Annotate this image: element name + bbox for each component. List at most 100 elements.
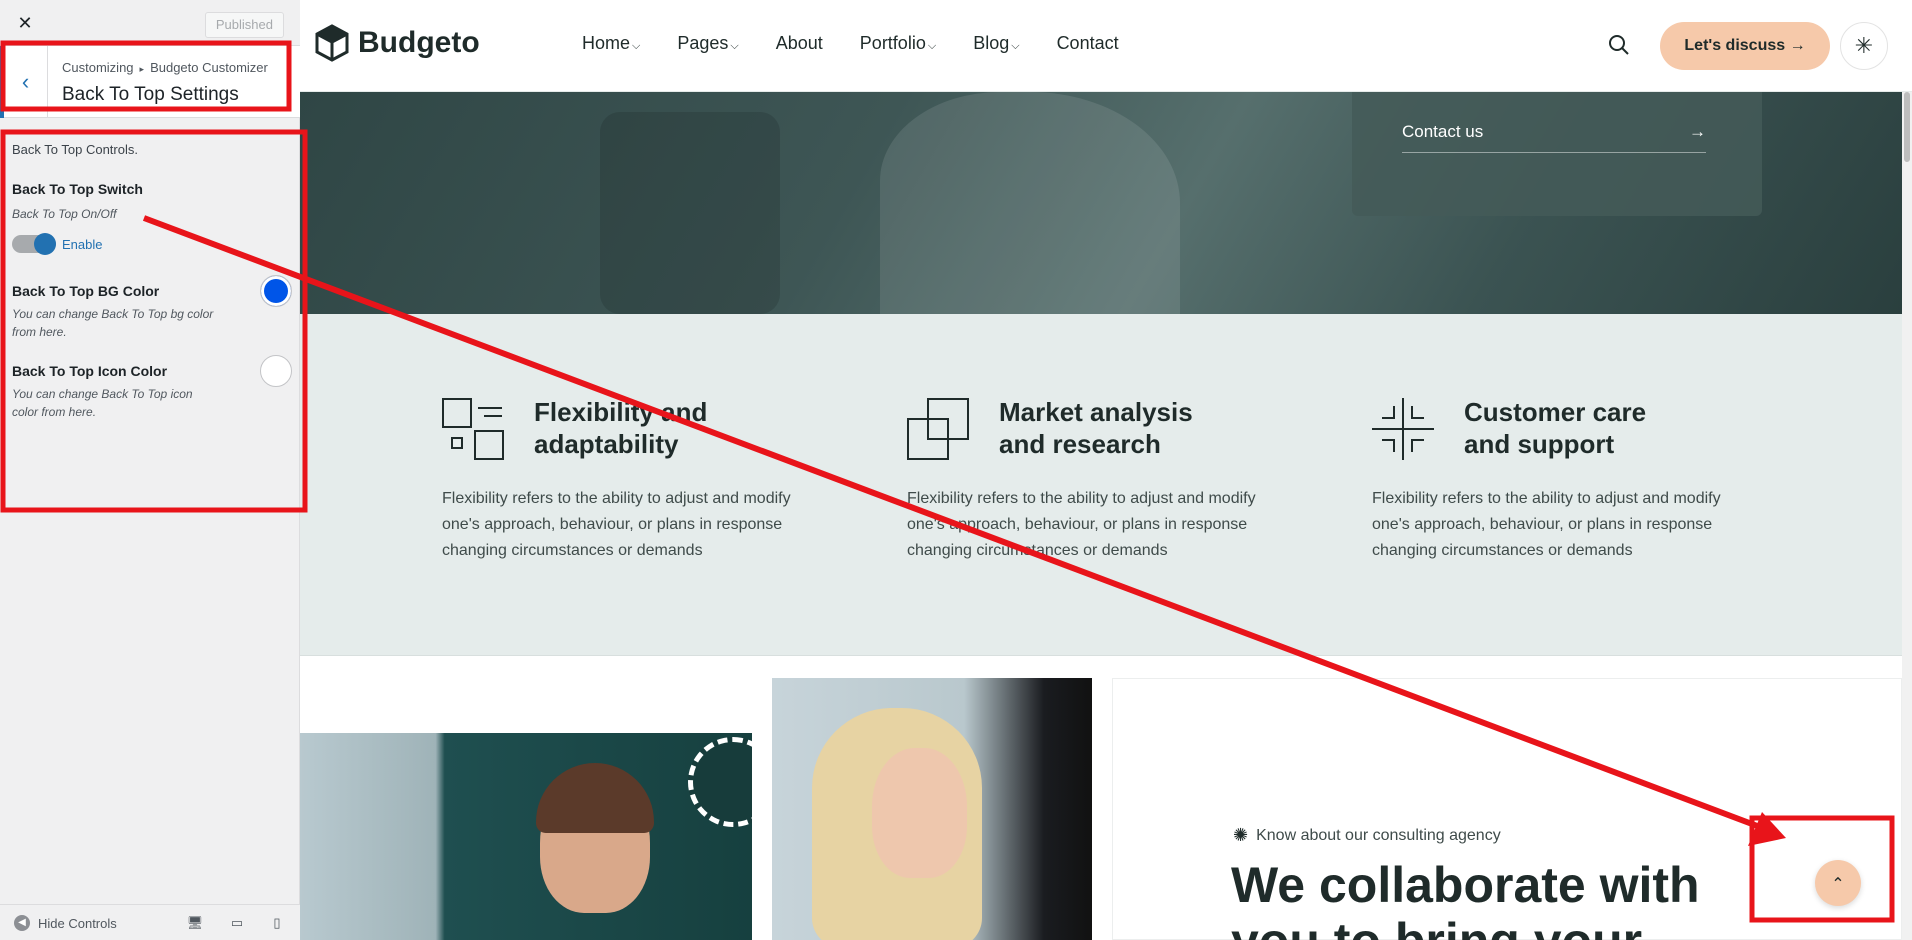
section-title: Back To Top Settings — [62, 84, 239, 105]
customizer-sidebar: ✕ Published ‹ Customizing ▸ Budgeto Custom… — [0, 0, 300, 940]
hero-image: Contact us → — [300, 92, 1902, 314]
feature-title: Customer care and support — [1464, 396, 1784, 460]
breadcrumb-current: Budgeto Customizer — [150, 60, 268, 75]
site-logo[interactable]: Budgeto — [314, 24, 480, 62]
collapse-icon: ◀ — [14, 915, 30, 931]
contact-us-link[interactable]: Contact us → — [1402, 122, 1706, 153]
back-button[interactable]: ‹ — [0, 46, 48, 118]
search-icon[interactable] — [1608, 34, 1630, 56]
hide-controls-label: Hide Controls — [38, 915, 117, 931]
feature-title-line: and research — [999, 429, 1161, 459]
section-description: Back To Top Controls. — [12, 142, 138, 157]
section-heading: We collaborate with you to bring your — [1231, 857, 1700, 940]
menu-label: Contact — [1056, 33, 1119, 53]
arrow-right-icon: → — [1689, 122, 1706, 141]
photo-hair — [536, 763, 654, 833]
switch-label: Back To Top Switch — [12, 181, 143, 197]
switch-control: Back To Top Switch Back To Top On/Off En… — [12, 181, 292, 255]
overlap-squares-icon — [907, 398, 969, 460]
contact-card: Contact us → — [1352, 92, 1762, 216]
desktop-preview-icon[interactable]: 🖥 — [186, 915, 204, 931]
menu-item-contact[interactable]: Contact — [1057, 33, 1119, 54]
icon-color-swatch[interactable] — [260, 355, 292, 387]
feature-title-line: Market analysis — [999, 397, 1193, 427]
toggle-state-label: Enable — [62, 236, 103, 252]
icon-color-control: Back To Top Icon Color You can change Ba… — [12, 355, 292, 421]
toggle-knob — [34, 233, 56, 255]
agency-intro-panel: ✺ Know about our consulting agency We co… — [1112, 678, 1902, 940]
switch-description: Back To Top On/Off — [12, 207, 117, 221]
chevron-down-icon: ⌵ — [927, 40, 937, 52]
hide-controls-button[interactable]: ◀ Hide Controls — [14, 915, 117, 931]
preview-scrollbar[interactable] — [1902, 92, 1912, 940]
feature-title: Market analysis and research — [999, 396, 1319, 460]
hero-figure-highlight — [880, 92, 1180, 314]
contact-us-label: Contact us — [1402, 122, 1484, 141]
menu-label: Pages — [677, 33, 729, 53]
bg-color-description-1: You can change Back To Top bg color — [12, 307, 214, 321]
bg-color-description-2: from here. — [12, 325, 67, 339]
feature-description: Flexibility refers to the ability to adj… — [1372, 490, 1721, 559]
close-icon[interactable]: ✕ — [14, 12, 36, 34]
photo-face — [872, 748, 967, 878]
chevron-left-icon: ‹ — [21, 69, 30, 94]
menu-label: Home — [582, 33, 631, 53]
section-eyebrow: ✺ Know about our consulting agency — [1233, 825, 1501, 846]
section-controls: Back To Top Controls. Back To Top Switch… — [12, 142, 292, 421]
menu-label: About — [775, 33, 823, 53]
cube-logo-icon — [315, 24, 349, 62]
breadcrumb: Customizing ▸ Budgeto Customizer — [62, 60, 268, 75]
feature-description: Flexibility refers to the ability to adj… — [442, 490, 791, 559]
theme-toggle-button[interactable]: ✳ — [1840, 22, 1888, 70]
eyebrow-text: Know about our consulting agency — [1256, 826, 1501, 844]
chevron-down-icon: ⌵ — [632, 40, 641, 52]
scrollbar-thumb[interactable] — [1904, 92, 1910, 162]
menu-label: Portfolio — [859, 33, 926, 53]
main-menu: Home ⌵ Pages ⌵ About Portfolio ⌵ Blog ⌵ Cont… — [582, 33, 1119, 54]
sidebar-top-bar: ✕ Published — [0, 0, 300, 46]
feature-title-line: adaptability — [534, 429, 679, 459]
customizer-screen: ✕ Published ‹ Customizing ▸ Budgeto Custom… — [0, 0, 1912, 940]
menu-item-about[interactable]: About — [776, 33, 823, 54]
site-header: Budgeto Home ⌵ Pages ⌵ About Portfolio ⌵ Bl… — [300, 0, 1912, 92]
menu-item-home[interactable]: Home ⌵ — [582, 33, 640, 54]
bg-color-swatch[interactable] — [260, 275, 292, 307]
feature-title-line: and support — [1464, 429, 1615, 459]
guarantee-seal-icon — [688, 737, 752, 827]
published-button: Published — [204, 12, 284, 38]
feature-title-line: Customer care — [1464, 397, 1647, 427]
bg-color-control: Back To Top BG Color You can change Back… — [12, 275, 292, 341]
sparkle-icon: ✳ — [1854, 33, 1874, 59]
team-photo-woman-glasses — [300, 733, 752, 940]
features-section: Flexibility and adaptability Flexibility … — [300, 314, 1902, 656]
site-preview: Budgeto Home ⌵ Pages ⌵ About Portfolio ⌵ Bl… — [300, 0, 1912, 940]
chevron-down-icon: ⌵ — [730, 40, 739, 52]
tablet-preview-icon[interactable]: ▭ — [228, 915, 246, 931]
menu-label: Blog — [973, 33, 1010, 53]
menu-item-blog[interactable]: Blog ⌵ — [973, 33, 1019, 54]
lets-discuss-button[interactable]: Let's discuss → — [1660, 22, 1830, 70]
team-photo-woman-curly-hair — [772, 678, 1092, 940]
icon-color-label: Back To Top Icon Color — [12, 363, 168, 379]
corners-focus-icon — [1372, 398, 1434, 460]
feature-description: Flexibility refers to the ability to adj… — [907, 490, 1256, 559]
feature-title-line: Flexibility and — [534, 397, 708, 427]
about-section: ✺ Know about our consulting agency We co… — [300, 656, 1902, 940]
sidebar-footer: ◀ Hide Controls 🖥 ▭ ▯ — [0, 904, 300, 940]
chevron-up-icon: ⌃ — [1831, 873, 1845, 893]
hero-figure — [600, 112, 780, 314]
back-to-top-toggle[interactable] — [12, 233, 56, 255]
icon-color-description-1: You can change Back To Top icon — [12, 387, 193, 401]
section-header: ‹ Customizing ▸ Budgeto Customizer Back To… — [0, 46, 300, 118]
bg-color-label: Back To Top BG Color — [12, 283, 160, 299]
breadcrumb-root: Customizing — [62, 60, 134, 75]
switch-row: Enable — [12, 233, 292, 255]
menu-item-pages[interactable]: Pages ⌵ — [677, 33, 738, 54]
layout-blocks-icon — [442, 398, 504, 460]
breadcrumb-separator: ▸ — [139, 64, 145, 74]
logo-text: Budgeto — [358, 26, 480, 59]
sparkle-icon: ✺ — [1233, 825, 1249, 845]
menu-item-portfolio[interactable]: Portfolio ⌵ — [860, 33, 936, 54]
back-to-top-button[interactable]: ⌃ — [1815, 860, 1861, 906]
mobile-preview-icon[interactable]: ▯ — [268, 915, 286, 931]
